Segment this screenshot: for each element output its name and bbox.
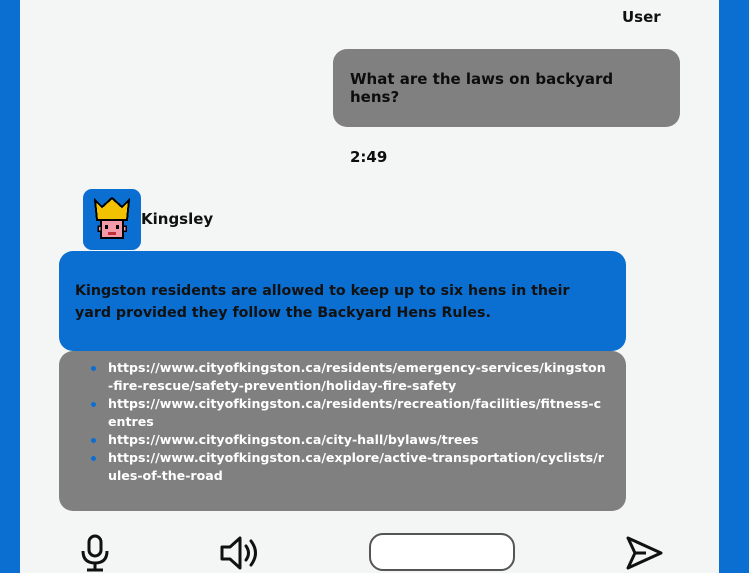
user-message-bubble: What are the laws on backyard hens? bbox=[333, 49, 680, 127]
send-icon bbox=[626, 536, 663, 570]
speaker-icon bbox=[220, 536, 257, 570]
source-link[interactable]: https://www.cityofkingston.ca/city-hall/… bbox=[87, 431, 610, 449]
input-bar bbox=[20, 520, 719, 573]
microphone-icon bbox=[81, 534, 109, 572]
bot-message-text: Kingston residents are allowed to keep u… bbox=[75, 283, 570, 321]
source-link[interactable]: https://www.cityofkingston.ca/residents/… bbox=[87, 395, 610, 431]
user-label: User bbox=[622, 8, 661, 26]
bot-avatar bbox=[83, 189, 141, 250]
sources-list: https://www.cityofkingston.ca/residents/… bbox=[87, 359, 610, 485]
speaker-button[interactable] bbox=[219, 534, 261, 572]
microphone-button[interactable] bbox=[78, 534, 112, 572]
bot-message-bubble: Kingston residents are allowed to keep u… bbox=[59, 251, 626, 351]
sources-list-bubble: https://www.cityofkingston.ca/residents/… bbox=[59, 351, 626, 511]
source-link[interactable]: https://www.cityofkingston.ca/residents/… bbox=[87, 359, 610, 395]
crowned-avatar-icon bbox=[93, 196, 131, 239]
user-message-text: What are the laws on backyard hens? bbox=[350, 70, 614, 106]
source-link[interactable]: https://www.cityofkingston.ca/explore/ac… bbox=[87, 449, 610, 485]
message-timestamp: 2:49 bbox=[350, 148, 388, 166]
bot-name: Kingsley bbox=[141, 210, 214, 228]
send-button[interactable] bbox=[624, 534, 664, 572]
chat-panel: User What are the laws on backyard hens?… bbox=[20, 0, 719, 573]
message-input[interactable] bbox=[369, 533, 515, 571]
